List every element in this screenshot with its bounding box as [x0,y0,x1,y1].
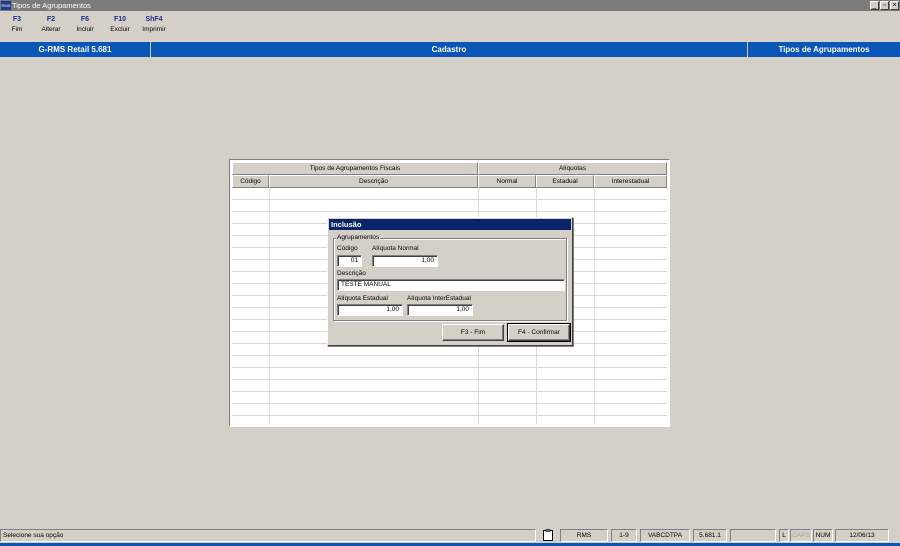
status-system: RMS [560,529,608,542]
minimize-icon[interactable]: _ [870,1,879,10]
column-header-interestadual[interactable]: Interestadual [594,175,667,188]
aliquota-estadual-label: Alíquota Estadual [337,295,388,302]
section-title: Cadastro [151,42,748,57]
tool-label: Alterar [41,26,61,33]
table-row[interactable] [232,200,667,212]
aliquota-interestadual-label: Alíquota InterEstadual [407,295,471,302]
status-range: 1-9 [611,529,637,542]
dialog-title: Inclusão [329,219,571,230]
aliquota-normal-label: Alíquota Normal [372,245,419,252]
tool-label: Imprimir [142,26,166,33]
status-date: 12/06/13 [835,529,889,542]
table-row[interactable] [232,392,667,404]
tool-key: F3 [12,16,22,23]
restore-icon[interactable]: ▫ [880,1,889,10]
app-icon: RMS [1,1,11,10]
status-program: VABCDTPA [640,529,690,542]
grid-group-header-left: Tipos de Agrupamentos Fiscais [232,162,478,175]
descricao-input[interactable]: TESTE MANUAL [337,279,565,291]
table-row[interactable] [232,356,667,368]
tool-label: Excluir [110,26,130,33]
aliquota-estadual-input[interactable]: 1,00 [337,304,403,316]
status-l: L [779,529,789,542]
table-row[interactable] [232,380,667,392]
excluir-tool-button[interactable]: F10 Excluir [103,16,137,33]
table-row[interactable] [232,368,667,380]
codigo-input[interactable]: 01 [337,255,362,267]
close-icon[interactable]: × [890,1,899,10]
table-row[interactable] [232,404,667,416]
tool-label: Incluir [76,26,94,33]
fim-tool-button[interactable]: F3 Fim [0,16,34,33]
window-title: Tipos de Agrupamentos [12,1,91,10]
column-header-estadual[interactable]: Estadual [536,175,594,188]
app-name: G-RMS Retail 5.681 [0,42,151,57]
tool-key: F6 [80,16,90,23]
tool-key: ShF4 [145,16,163,23]
status-message: Selecione sua opção [0,529,536,542]
column-header-normal[interactable]: Normal [478,175,536,188]
column-header-codigo[interactable]: Código [232,175,269,188]
tool-key: F10 [113,16,127,23]
column-header-descricao[interactable]: Descrição [269,175,478,188]
alterar-tool-button[interactable]: F2 Alterar [34,16,68,33]
tool-key: F2 [46,16,56,23]
inclusao-dialog: Inclusão Agrupamentos Código 01 Alíquota… [327,217,573,346]
clipboard-icon [540,529,556,542]
grid-group-header-right: Alíquotas [478,162,667,175]
screen-title: Tipos de Agrupamentos [778,45,870,54]
codigo-label: Código [337,245,358,252]
status-caps: CAPS [790,529,812,542]
fim-button[interactable]: F3 - Fim [442,324,504,341]
aliquota-normal-input[interactable]: 1,00 [372,255,438,267]
confirmar-button[interactable]: F4 - Confirmar [507,323,571,342]
status-empty [730,529,776,542]
incluir-tool-button[interactable]: F6 Incluir [68,16,102,33]
aliquota-interestadual-input[interactable]: 1,00 [407,304,473,316]
status-version: 5.681.1 [693,529,727,542]
imprimir-tool-button[interactable]: ShF4 Imprimir [137,16,171,33]
tool-label: Fim [11,26,23,33]
status-num: NUM [813,529,833,542]
window-titlebar: RMS Tipos de Agrupamentos _ ▫ × [0,0,900,11]
descricao-label: Descrição [337,270,366,277]
table-row[interactable] [232,188,667,200]
group-label: Agrupamentos [336,234,381,241]
status-bar: Selecione sua opção RMS 1-9 VABCDTPA 5.6… [0,528,900,543]
header-bar: G-RMS Retail 5.681 Cadastro Tipos de Agr… [0,42,900,57]
function-key-toolbar: F3 Fim F2 Alterar F6 Incluir F10 Excluir… [0,11,900,41]
